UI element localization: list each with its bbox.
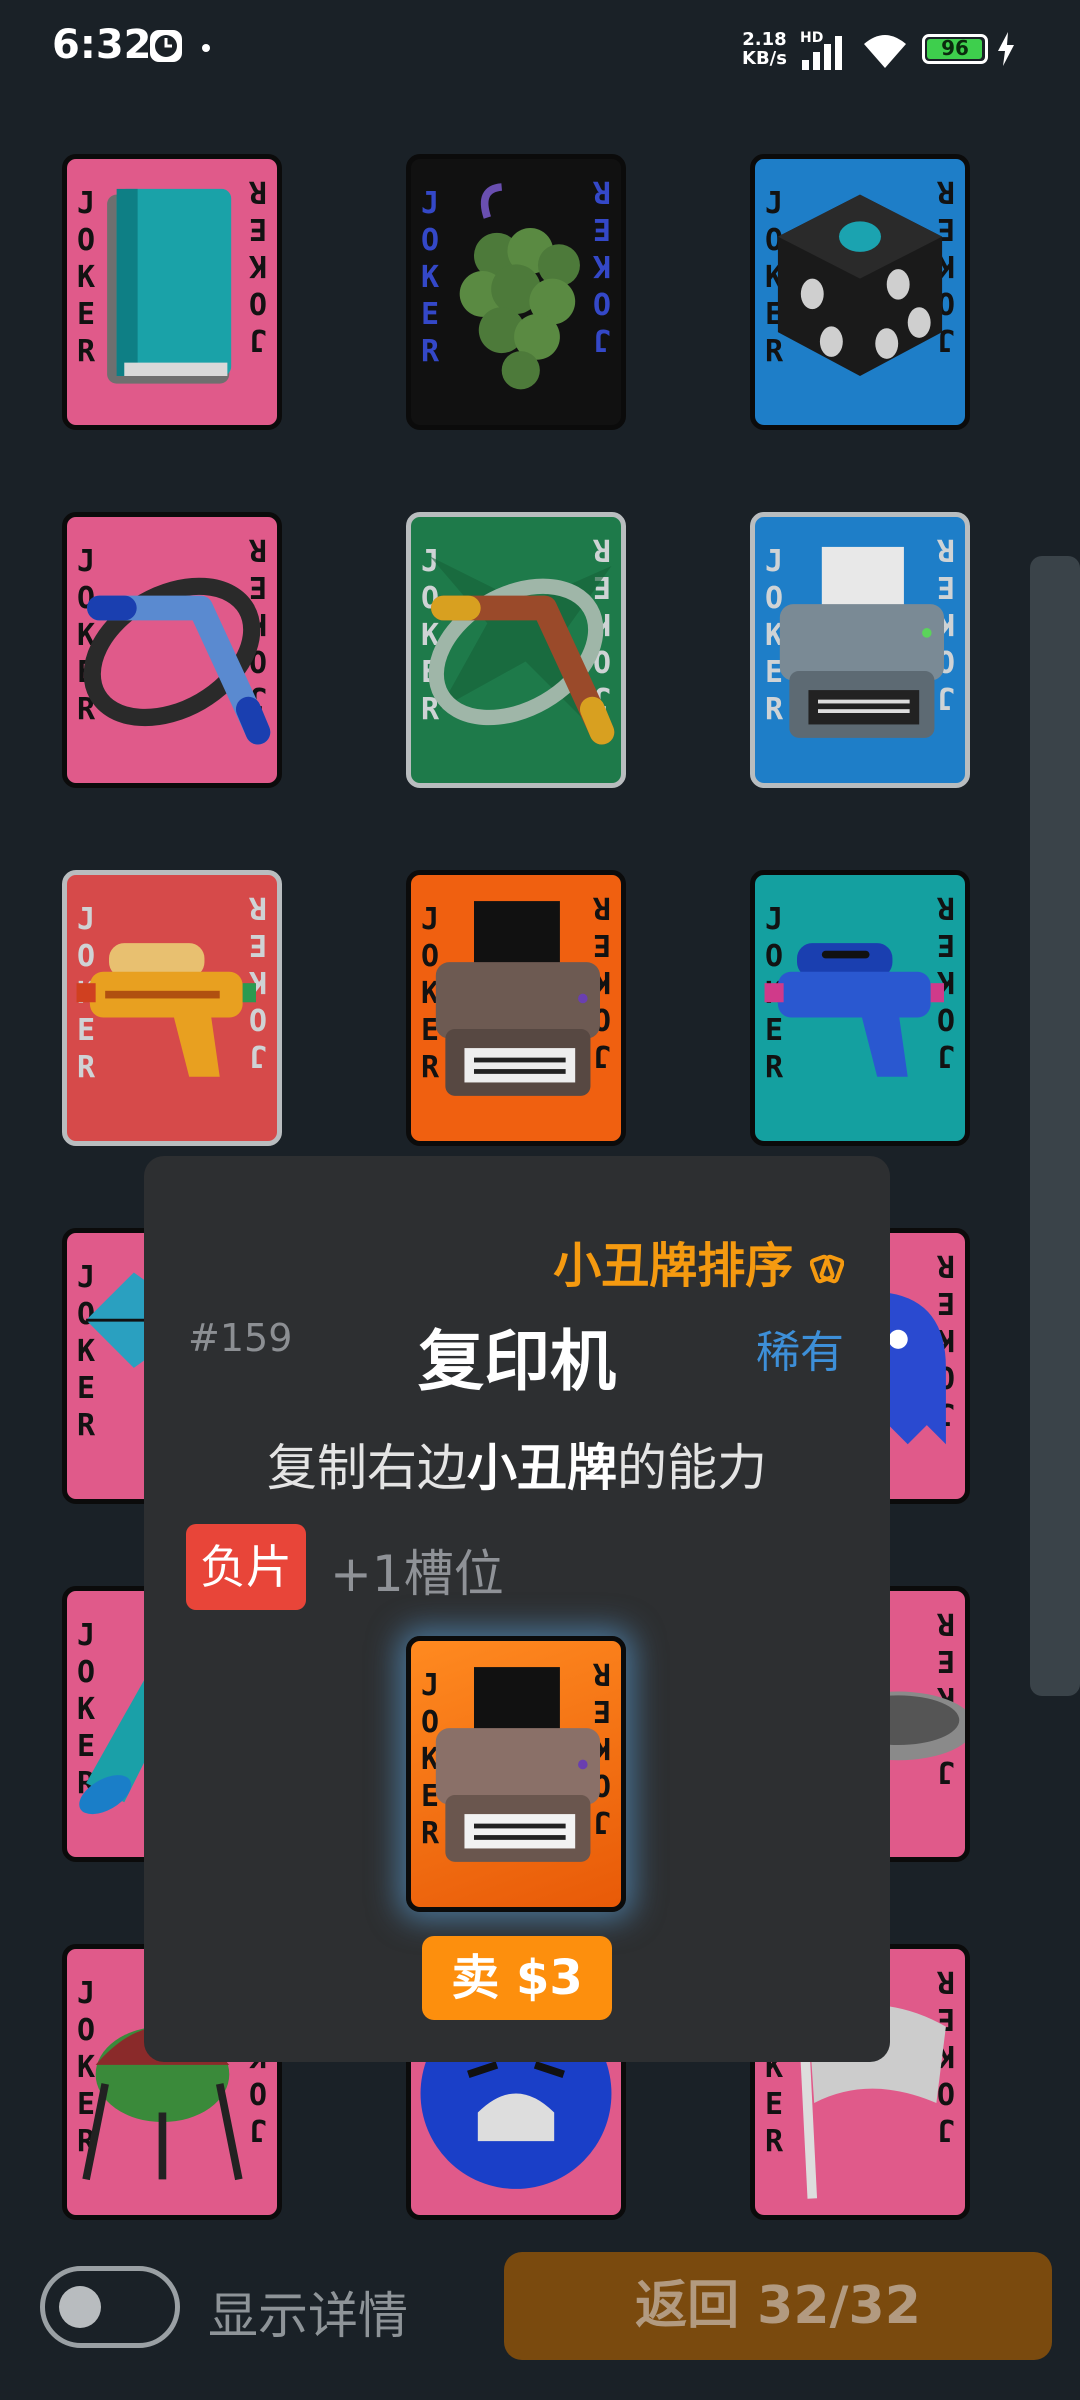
back-button[interactable]: 返回 32/32 xyxy=(504,2252,1052,2360)
network-speed: 2.18 KB/s xyxy=(742,29,787,69)
joker-card-printer-orange[interactable]: JOKER JOKER xyxy=(406,870,626,1146)
wifi-icon xyxy=(864,35,906,68)
joker-card-boomerang-blue[interactable]: JOKER JOKER xyxy=(62,512,282,788)
boomerang-icon xyxy=(428,556,615,745)
joker-card-water-gun-orange[interactable]: JOKER JOKER xyxy=(62,870,282,1146)
show-details-toggle[interactable] xyxy=(40,2266,180,2348)
sort-jokers-link[interactable]: 小丑牌排序 xyxy=(553,1226,845,1296)
status-time: 6:32 xyxy=(52,22,152,68)
printer-icon xyxy=(779,546,944,738)
toggle-knob xyxy=(59,2286,101,2328)
joker-card-book[interactable]: JOKER JOKER xyxy=(62,154,282,430)
edition-effect: +1槽位 xyxy=(330,1545,504,1603)
scrollbar[interactable] xyxy=(1030,556,1080,1696)
joker-card-printer-blue[interactable]: JOKER JOKER xyxy=(750,512,970,788)
card-sort-icon xyxy=(809,1254,845,1284)
grapes-icon xyxy=(459,183,580,390)
printer-icon xyxy=(435,1667,600,1862)
edition-badge: 负片 xyxy=(186,1524,306,1610)
show-details-label: 显示详情 xyxy=(208,2287,408,2345)
joker-card-grapes[interactable]: JOKER JOKER xyxy=(406,154,626,430)
card-rarity: 稀有 xyxy=(756,1327,844,1378)
notification-dot xyxy=(202,44,210,52)
charging-icon xyxy=(998,32,1014,66)
dice-icon xyxy=(777,194,943,376)
boomerang-icon xyxy=(83,577,271,745)
battery-icon: 96 xyxy=(922,34,988,64)
battery-level: 96 xyxy=(941,36,969,60)
joker-card-water-gun-blue[interactable]: JOKER JOKER xyxy=(750,870,970,1146)
preview-card-printer: JOKER JOKER xyxy=(406,1636,626,1912)
water-gun-icon xyxy=(764,943,944,1077)
card-description: 复制右边小丑牌的能力 xyxy=(267,1439,767,1497)
sell-button[interactable]: 卖 $3 xyxy=(422,1936,612,2020)
water-gun-icon xyxy=(76,943,256,1077)
signal-icon xyxy=(802,36,842,70)
joker-detail-popup: 小丑牌排序 #159 复印机 稀有 复制右边小丑牌的能力 负片 +1槽位 JOK… xyxy=(144,1156,890,2062)
joker-card-dice[interactable]: JOKER JOKER xyxy=(750,154,970,430)
book-icon xyxy=(107,188,232,384)
clock-icon xyxy=(150,30,182,62)
status-bar: 6:32 2.18 KB/s HD 96 xyxy=(0,0,1080,96)
printer-icon xyxy=(435,901,600,1096)
joker-card-boomerang-brown[interactable]: JOKER JOKER xyxy=(406,512,626,788)
